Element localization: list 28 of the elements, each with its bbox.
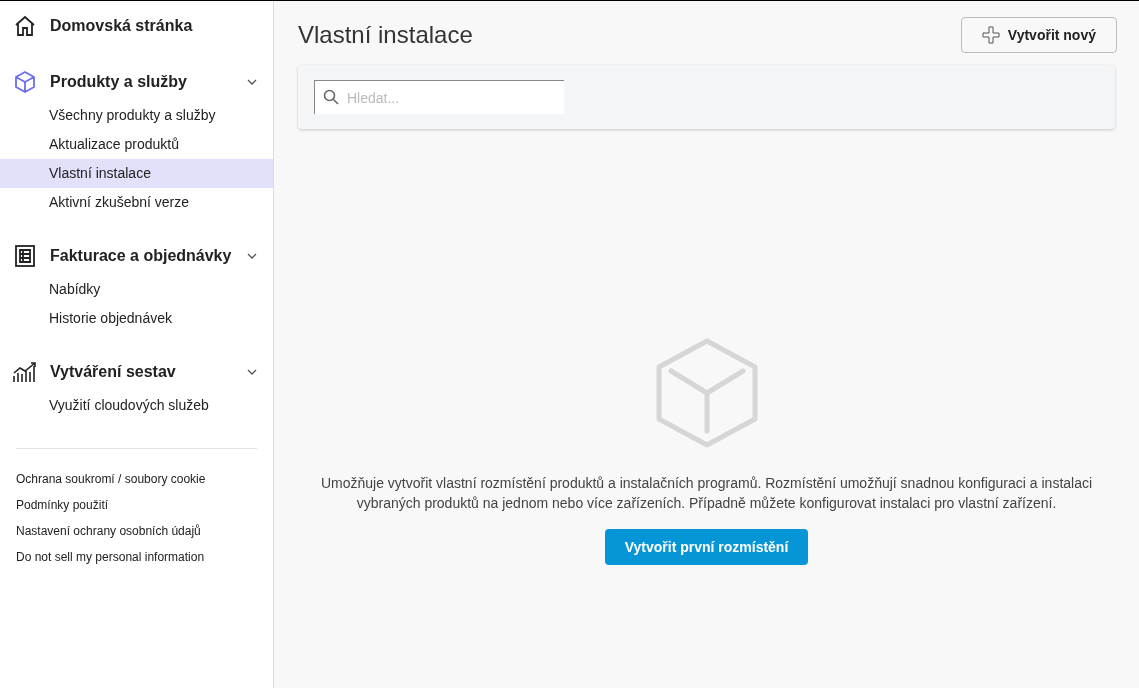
cube-icon (13, 70, 37, 94)
plus-icon (981, 26, 1000, 44)
bar-chart-icon (12, 360, 38, 384)
footer-link[interactable]: Podmínky použití (16, 495, 257, 515)
nav-item[interactable]: Aktivní zkušební verze (0, 188, 273, 217)
footer-link[interactable]: Do not sell my personal information (16, 547, 257, 567)
footer-link[interactable]: Nastavení ochrany osobních údajů (16, 521, 257, 541)
nav-item[interactable]: Využití cloudových služeb (0, 391, 273, 420)
page-title: Vlastní instalace (298, 20, 473, 50)
chevron-icon[interactable] (247, 369, 257, 375)
footer-link[interactable]: Ochrana soukromí / soubory cookie (16, 469, 257, 489)
nav-item[interactable]: Nabídky (0, 275, 273, 304)
nav-item[interactable]: Vlastní instalace (0, 159, 273, 188)
create-new-button[interactable]: Vytvořit nový (960, 17, 1117, 53)
chevron-icon[interactable] (247, 253, 257, 259)
search-field[interactable]: Hledat... (314, 80, 564, 114)
nav-section-link[interactable]: Domovská stránka (50, 14, 257, 38)
nav-section-link[interactable]: Vytváření sestav (50, 360, 235, 384)
empty-state-description: Umožňuje vytvořit vlastní rozmístění produktů a instalačních programů. Rozmístění umožňují snadnou konfiguraci a instalaci vybraných produktů na jednom nebo více zařízeních. Případně můžete konfigurovat instalaci pro vlastní zařízení. (319, 474, 1094, 513)
nav-section-link[interactable]: Fakturace a objednávky (50, 244, 235, 268)
nav-item[interactable]: Aktualizace produktů (0, 130, 273, 159)
search-icon (323, 89, 339, 105)
home-icon (13, 14, 37, 38)
nav-section-link[interactable]: Produkty a služby (50, 70, 235, 94)
ledger-icon (14, 244, 36, 268)
nav-item[interactable]: Všechny produkty a služby (0, 101, 273, 130)
nav-item[interactable]: Historie objednávek (0, 304, 273, 333)
chevron-icon[interactable] (247, 79, 257, 85)
